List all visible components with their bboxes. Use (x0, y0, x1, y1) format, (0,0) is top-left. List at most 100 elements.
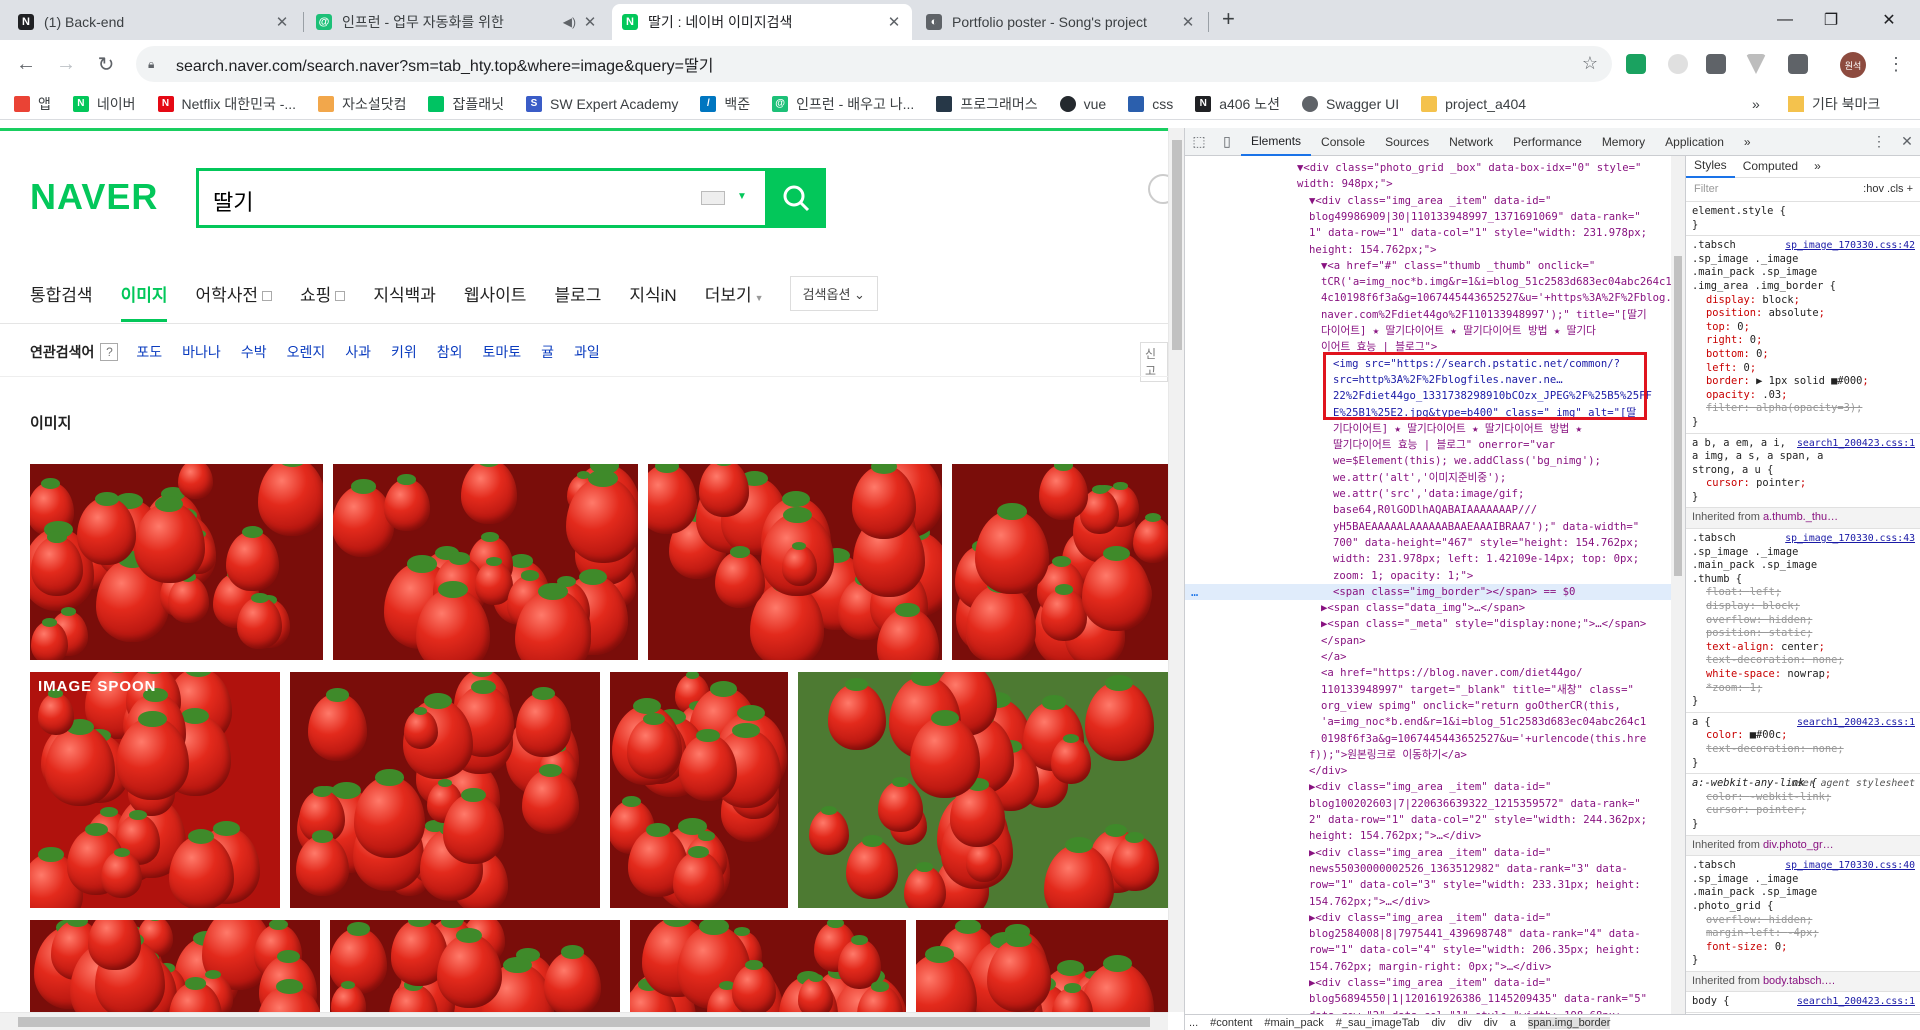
rule-source-link[interactable]: sp_image_170330.css:42 (1785, 239, 1915, 253)
dom-node-line[interactable]: 0198f6f3a&g=1067445443652527&u='+urlenco… (1185, 731, 1671, 747)
filter-input[interactable]: Filter (1694, 183, 1718, 197)
page-horizontal-scrollbar[interactable] (0, 1012, 1168, 1030)
dom-node-line[interactable]: ▶<div class="img_area _item" data-id=" (1185, 845, 1671, 861)
autocomplete-toggle-icon[interactable]: ▼ (737, 191, 747, 202)
related-keyword[interactable]: 오렌지 (287, 342, 326, 362)
dom-node-line[interactable]: </span> (1185, 633, 1671, 649)
dom-node-line[interactable]: 4c10198f6f3a&g=1067445443652527&u='+http… (1185, 290, 1671, 306)
dom-node-line[interactable]: we.attr('alt','이미지준비중'); (1185, 470, 1671, 486)
back-arrow-icon[interactable]: ← (10, 48, 42, 80)
related-keyword[interactable]: 토마토 (483, 342, 522, 362)
maximize-button[interactable]: ❐ (1808, 0, 1854, 40)
tab-integrated[interactable]: 통합검색 (30, 281, 93, 306)
breadcrumb-item[interactable]: span.img_border (1527, 1016, 1611, 1029)
reload-icon[interactable]: ↻ (90, 48, 122, 80)
dom-node-line[interactable]: ▼<div class="photo_grid _box" data-box-i… (1185, 160, 1671, 176)
rule-source-link[interactable]: search1_200423.css:1 (1797, 437, 1915, 451)
inspect-element-icon[interactable]: ⬚ (1185, 128, 1213, 156)
bookmark-swagger[interactable]: Swagger UI (1301, 95, 1399, 112)
devtools-more-tabs[interactable]: » (1734, 128, 1761, 156)
minimize-button[interactable]: — (1762, 0, 1808, 40)
dom-node-line[interactable]: 'a=img_noc*b.end&r=1&i=blog_51c2583d683e… (1185, 714, 1671, 730)
extension-dark-icon[interactable] (1706, 54, 1726, 74)
bookmark-programmers[interactable]: 프로그래머스 (936, 94, 1038, 114)
dom-node-line[interactable]: 다이어트] ★ 딸기다이어트 ★ 딸기다이어트 방법 ★ 딸기다 (1185, 323, 1671, 339)
dom-node-line[interactable]: </div> (1185, 763, 1671, 779)
tab-encyclopedia[interactable]: 지식백과 (373, 281, 436, 306)
dom-node-line[interactable]: f));">원본링크로 이동하기</a> (1185, 747, 1671, 763)
forward-arrow-icon[interactable]: → (50, 48, 82, 80)
bookmark-star-icon[interactable]: ☆ (1582, 53, 1598, 74)
close-tab-icon[interactable]: ✕ (582, 13, 598, 31)
bookmark-css[interactable]: css (1128, 95, 1173, 112)
tab-kin[interactable]: 지식iN (629, 281, 676, 306)
extension-ac-icon[interactable] (1626, 54, 1646, 74)
keyboard-icon[interactable] (701, 191, 725, 205)
dom-node-line[interactable]: row="1" data-col="4" style="width: 206.3… (1185, 942, 1671, 958)
dom-node-line[interactable]: ▼<a href="#" class="thumb _thumb" onclic… (1185, 258, 1671, 274)
tab-shopping[interactable]: 쇼핑 (300, 281, 346, 306)
devtools-tab-sources[interactable]: Sources (1375, 128, 1439, 156)
image-thumbnail[interactable] (798, 672, 1168, 908)
bookmark-swea[interactable]: S SW Expert Academy (526, 95, 678, 112)
address-bar[interactable]: 🔒︎ search.naver.com/search.naver?sm=tab_… (136, 46, 1612, 82)
breadcrumb-item[interactable]: #_sau_imageTab (1336, 1017, 1420, 1029)
other-bookmarks[interactable]: 기타 북마크 (1788, 88, 1880, 120)
breadcrumb-item[interactable]: div (1432, 1017, 1446, 1029)
dom-node-line[interactable]: height: 154.762px;"> (1185, 242, 1671, 258)
devtools-tab-application[interactable]: Application (1655, 128, 1734, 156)
image-thumbnail[interactable] (30, 464, 323, 660)
image-thumbnail[interactable] (330, 920, 620, 1012)
related-keyword[interactable]: 사과 (345, 342, 371, 362)
dom-node-line[interactable]: 110133948997" target="_blank" title="새창"… (1185, 682, 1671, 698)
image-thumbnail[interactable]: IMAGE SPOON (30, 672, 280, 908)
rule-source-link[interactable]: sp_image_170330.css:40 (1785, 859, 1915, 873)
dom-node-line[interactable]: </a> (1185, 649, 1671, 665)
browser-tab-1[interactable]: N (1) Back-end ✕ (8, 4, 300, 40)
search-options-button[interactable]: 검색옵션 ⌄ (789, 275, 878, 311)
dom-node-line[interactable]: 2" data-row="1" data-col="2" style="widt… (1185, 812, 1671, 828)
dom-node-line[interactable]: ▶<div class="img_area _item" data-id=" (1185, 910, 1671, 926)
dom-node-line[interactable]: width: 231.978px; left: 1.42109e-14px; t… (1185, 551, 1671, 567)
bookmark-jobplanet[interactable]: 잡플래닛 (428, 94, 504, 114)
styles-filter[interactable]: Filter :hov .cls + (1686, 178, 1920, 202)
dom-node-line[interactable]: naver.com%2Fdiet44go%2F110133948997');" … (1185, 307, 1671, 323)
dom-node-line[interactable]: 딸기다이어트 효능 | 블로그" onerror="var (1185, 437, 1671, 453)
dom-node-line[interactable]: <a href="https://blog.naver.com/diet44go… (1185, 665, 1671, 681)
rule-source-link[interactable]: search1_200423.css:1 (1797, 716, 1915, 730)
extension-circle-icon[interactable] (1668, 54, 1688, 74)
breadcrumb-item[interactable]: #content (1210, 1017, 1252, 1029)
extension-v-icon[interactable] (1746, 54, 1766, 74)
device-toolbar-icon[interactable]: ▯ (1213, 128, 1241, 156)
breadcrumb-item[interactable]: div (1458, 1017, 1472, 1029)
bookmark-inflearn[interactable]: @ 인프런 - 배우고 나... (772, 94, 914, 114)
dom-node-line[interactable]: 154.762px;">…</div> (1185, 894, 1671, 910)
new-tab-button[interactable]: + (1222, 6, 1235, 32)
dom-node-line[interactable]: blog49986909|30|110133948997_1371691069"… (1185, 209, 1671, 225)
scroll-thumb[interactable] (18, 1017, 1150, 1027)
close-tab-icon[interactable]: ✕ (886, 13, 902, 31)
dom-node-selected[interactable]: <span class="img_border"></span> == $0 (1185, 583, 1671, 601)
image-thumbnail[interactable] (290, 672, 600, 908)
bookmark-project[interactable]: project_a404 (1421, 95, 1526, 112)
devtools-tab-console[interactable]: Console (1311, 128, 1375, 156)
more-tabs-icon[interactable]: » (1806, 156, 1829, 178)
elements-scrollbar[interactable] (1671, 156, 1685, 1014)
tab-dictionary[interactable]: 어학사전 (195, 281, 273, 306)
dom-node-line[interactable]: yH5BAEAAAAALAAAAAABAAEAAAIBRAA7');" data… (1185, 519, 1671, 535)
dom-node-line[interactable]: ▶<div class="img_area _item" data-id=" (1185, 975, 1671, 991)
related-keyword[interactable]: 포도 (136, 342, 162, 362)
browser-tab-3-active[interactable]: N 딸기 : 네이버 이미지검색 ✕ (612, 4, 912, 40)
related-keyword[interactable]: 키위 (391, 342, 417, 362)
selected-node-ellipsis-icon[interactable]: … (1191, 584, 1198, 600)
dom-node-line[interactable]: width: 948px;"> (1185, 176, 1671, 192)
breadcrumb-item[interactable]: #main_pack (1264, 1017, 1323, 1029)
bookmark-jasoseol[interactable]: 자소설닷컴 (318, 94, 406, 114)
dom-node-line[interactable]: 기다이어트] ★ 딸기다이어트 ★ 딸기다이어트 방법 ★ (1185, 421, 1671, 437)
dom-node-line[interactable]: 1" data-row="1" data-col="1" style="widt… (1185, 225, 1671, 241)
close-tab-icon[interactable]: ✕ (274, 13, 290, 31)
bookmark-baekjoon[interactable]: / 백준 (700, 94, 750, 114)
dom-node-line[interactable]: we=$Element(this); we.addClass('bg_nimg'… (1185, 453, 1671, 469)
breadcrumb-item[interactable]: ... (1189, 1017, 1198, 1029)
bookmark-netflix[interactable]: N Netflix 대한민국 -... (157, 94, 296, 114)
